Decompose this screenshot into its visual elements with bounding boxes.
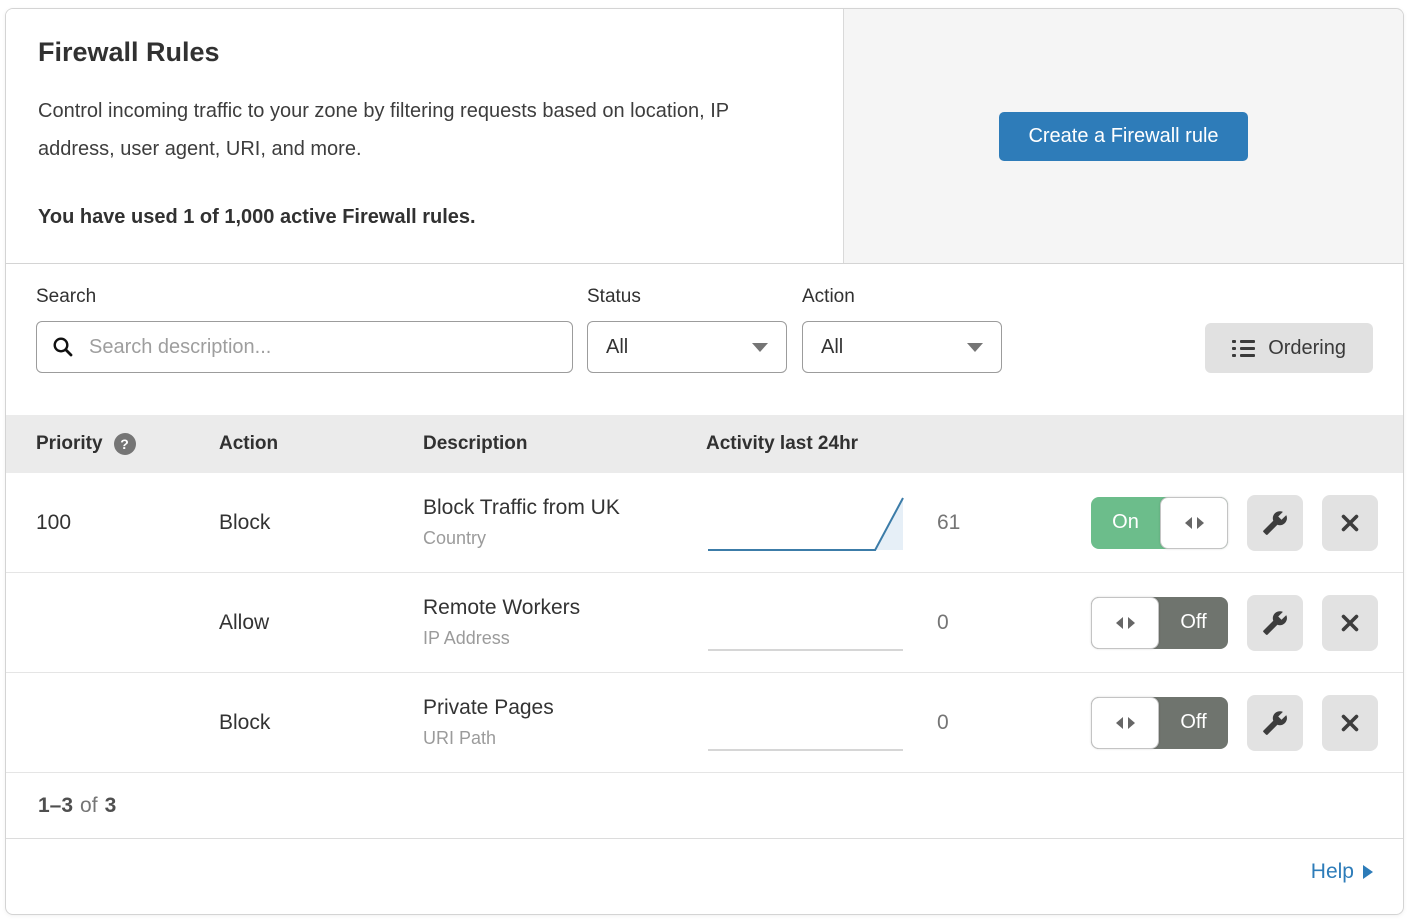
rule-enabled-toggle[interactable]: On: [1091, 497, 1228, 549]
table-row: 100 Block Block Traffic from UK Country …: [6, 473, 1403, 573]
search-label: Search: [36, 286, 573, 308]
table-header: Priority ? Action Description Activity l…: [6, 415, 1403, 473]
toggle-state-label: Off: [1159, 697, 1228, 749]
rule-enabled-toggle[interactable]: Off: [1091, 597, 1228, 649]
close-icon: [1338, 711, 1362, 735]
triangle-right-icon: [1363, 865, 1373, 879]
toggle-handle-arrows-icon: [1160, 497, 1228, 549]
status-label: Status: [587, 286, 787, 308]
header-text-block: Firewall Rules Control incoming traffic …: [6, 9, 843, 263]
ordered-list-icon: [1232, 339, 1255, 358]
toggle-handle-arrows-icon: [1091, 697, 1159, 749]
rule-description: Private Pages: [423, 696, 706, 720]
column-priority: Priority: [36, 433, 103, 455]
activity-sparkline: [706, 492, 911, 554]
rule-match-type: URI Path: [423, 728, 706, 749]
ordering-button[interactable]: Ordering: [1205, 323, 1373, 373]
delete-rule-button[interactable]: [1322, 595, 1378, 651]
edit-rule-button[interactable]: [1247, 595, 1303, 651]
filter-bar: Search Status All Action All: [6, 264, 1403, 415]
rule-description: Remote Workers: [423, 596, 706, 620]
status-select[interactable]: All: [587, 321, 787, 373]
wrench-icon: [1262, 710, 1288, 736]
header-action-panel: Create a Firewall rule: [843, 9, 1403, 263]
pagination-range: 1–3: [38, 794, 73, 818]
delete-rule-button[interactable]: [1322, 495, 1378, 551]
table-row: Block Private Pages URI Path 0 Off: [6, 673, 1403, 773]
usage-note: You have used 1 of 1,000 active Firewall…: [38, 206, 811, 229]
activity-sparkline: [706, 692, 911, 754]
delete-rule-button[interactable]: [1322, 695, 1378, 751]
activity-count: 0: [937, 611, 977, 635]
column-activity: Activity last 24hr: [706, 433, 1091, 455]
close-icon: [1338, 511, 1362, 535]
search-input[interactable]: [36, 321, 573, 373]
column-action: Action: [219, 433, 423, 455]
action-select[interactable]: All: [802, 321, 1002, 373]
chevron-down-icon: [752, 343, 768, 352]
priority-help-icon[interactable]: ?: [114, 433, 136, 455]
action-label: Action: [802, 286, 1002, 308]
rule-match-type: Country: [423, 528, 706, 549]
action-group: Action All: [802, 286, 1002, 373]
rule-action: Block: [219, 711, 423, 735]
edit-rule-button[interactable]: [1247, 495, 1303, 551]
edit-rule-button[interactable]: [1247, 695, 1303, 751]
firewall-rules-card: Firewall Rules Control incoming traffic …: [5, 8, 1404, 915]
activity-count: 0: [937, 711, 977, 735]
toggle-handle-arrows-icon: [1091, 597, 1159, 649]
rule-action: Block: [219, 511, 423, 535]
toggle-state-label: Off: [1159, 597, 1228, 649]
search-icon: [51, 335, 75, 359]
toggle-state-label: On: [1091, 497, 1160, 549]
column-description: Description: [423, 433, 706, 455]
pagination-of-label: of: [80, 794, 98, 818]
close-icon: [1338, 611, 1362, 635]
pagination-total: 3: [105, 794, 117, 818]
rule-enabled-toggle[interactable]: Off: [1091, 697, 1228, 749]
help-link[interactable]: Help: [1311, 860, 1373, 884]
page-title: Firewall Rules: [38, 37, 811, 68]
rule-description: Block Traffic from UK: [423, 496, 706, 520]
chevron-down-icon: [967, 343, 983, 352]
rule-priority: 100: [36, 511, 219, 535]
status-group: Status All: [587, 286, 787, 373]
search-group: Search: [36, 286, 573, 373]
wrench-icon: [1262, 610, 1288, 636]
activity-count: 61: [937, 511, 977, 535]
ordering-button-label: Ordering: [1268, 337, 1346, 360]
status-select-value: All: [606, 336, 628, 359]
rule-match-type: IP Address: [423, 628, 706, 649]
pagination-bar: 1–3 of 3: [6, 773, 1403, 839]
create-firewall-rule-button[interactable]: Create a Firewall rule: [999, 112, 1247, 161]
wrench-icon: [1262, 510, 1288, 536]
activity-sparkline: [706, 592, 911, 654]
table-row: Allow Remote Workers IP Address 0 Off: [6, 573, 1403, 673]
page-description: Control incoming traffic to your zone by…: [38, 92, 808, 168]
help-bar: Help: [6, 839, 1403, 904]
header-section: Firewall Rules Control incoming traffic …: [6, 9, 1403, 264]
action-select-value: All: [821, 336, 843, 359]
rule-action: Allow: [219, 611, 423, 635]
help-link-label: Help: [1311, 860, 1354, 884]
